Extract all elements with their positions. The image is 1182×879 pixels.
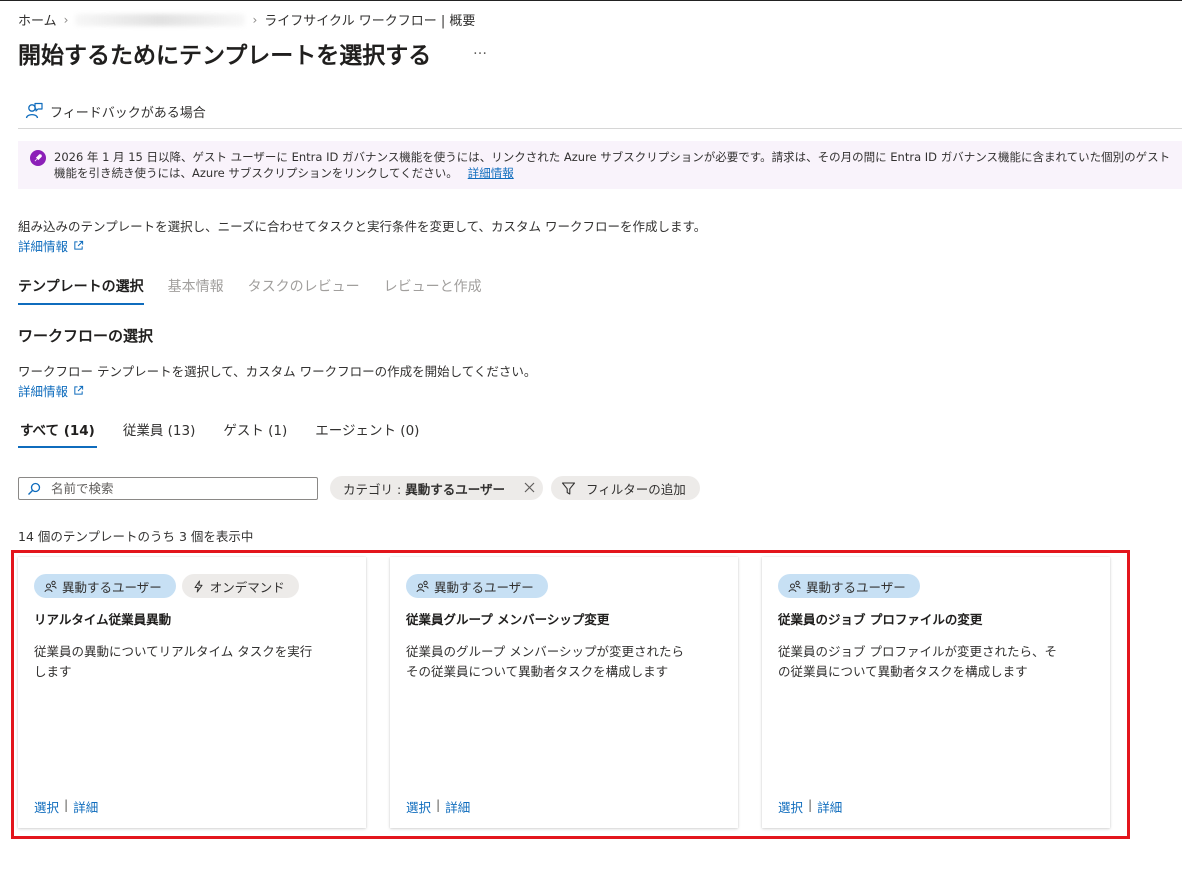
window-top-border [0,0,1182,1]
feedback-icon [25,102,43,119]
template-card[interactable]: 異動するユーザー 従業員グループ メンバーシップ変更 従業員のグループ メンバー… [390,557,738,828]
template-card[interactable]: 異動するユーザー 従業員のジョブ プロファイルの変更 従業員のジョブ プロファイ… [762,557,1110,828]
tab-select-template[interactable]: テンプレートの選択 [18,276,144,305]
banner-learn-more-link[interactable]: 詳細情報 [468,166,514,180]
notification-banner: 2026 年 1 月 15 日以降、ゲスト ユーザーに Entra ID ガバナ… [18,141,1182,189]
section-learn-more-label: 詳細情報 [18,384,69,399]
card-description-line: の従業員について異動者タスクを構成します [778,664,1028,679]
tag-mover-users: 異動するユーザー [34,574,176,598]
tab-review-tasks[interactable]: タスクのレビュー [248,276,360,305]
category-filter-pill[interactable]: カテゴリ : 異動するユーザー [330,476,543,500]
intro-description: 組み込みのテンプレートを選択し、ニーズに合わせてタスクと実行条件を変更して、カス… [18,219,707,234]
select-link[interactable]: 選択 [34,797,59,816]
details-link[interactable]: 詳細 [445,797,470,816]
rocket-icon [30,150,46,166]
people-icon [44,580,57,592]
breadcrumb-redacted[interactable]: ████████ [75,13,246,26]
result-count: 14 個のテンプレートのうち 3 個を表示中 [18,529,254,544]
category-filter-value: 異動するユーザー [405,481,505,497]
tag-label: 異動するユーザー [434,579,534,595]
banner-line-1: 2026 年 1 月 15 日以降、ゲスト ユーザーに Entra ID ガバナ… [54,150,1171,164]
card-tags: 異動するユーザー オンデマンド [34,574,299,598]
card-title: リアルタイム従業員異動 [34,612,172,627]
add-filter-button[interactable]: フィルターの追加 [551,476,700,500]
search-icon [28,482,41,495]
search-input[interactable] [51,481,291,496]
card-tags: 異動するユーザー [406,574,548,598]
breadcrumb: ホーム › ████████ › ライフサイクル ワークフロー | 概要 [18,10,475,30]
add-filter-label: フィルターの追加 [586,481,686,497]
intro-learn-more-label: 詳細情報 [18,239,69,254]
chevron-right-icon: › [252,12,258,27]
select-link[interactable]: 選択 [778,797,803,816]
card-description-line: 従業員の異動についてリアルタイム タスクを実行 [34,644,313,659]
chevron-right-icon: › [63,12,69,27]
card-description-line: 従業員のジョブ プロファイルが変更されたら、そ [778,644,1057,659]
tag-label: 異動するユーザー [62,579,162,595]
card-description-line: その従業員について異動者タスクを構成します [406,664,669,679]
category-pivots: すべて (14) 従業員 (13) ゲスト (1) エージェント (0) [18,419,421,448]
card-description: 従業員の異動についてリアルタイム タスクを実行 します [34,642,334,682]
tag-label: オンデマンド [209,579,285,595]
template-card[interactable]: 異動するユーザー オンデマンド リアルタイム従業員異動 従業員の異動についてリア… [18,557,366,828]
section-title: ワークフローの選択 [18,327,154,345]
banner-line-2: 機能を引き続き使うには、Azure サブスクリプションをリンクしてください。 [54,166,458,180]
pivot-all[interactable]: すべて (14) [18,419,97,448]
external-link-icon [74,385,84,395]
close-icon[interactable] [523,481,536,494]
pivot-employees[interactable]: 従業員 (13) [121,419,198,448]
tag-on-demand: オンデマンド [181,574,299,598]
card-actions: 選択 | 詳細 [778,797,842,816]
filter-icon [561,481,576,495]
details-link[interactable]: 詳細 [817,797,842,816]
wizard-tabs: テンプレートの選択 基本情報 タスクのレビュー レビューと作成 [18,276,482,305]
external-link-icon [74,240,84,250]
card-title: 従業員グループ メンバーシップ変更 [406,612,610,627]
details-link[interactable]: 詳細 [73,797,98,816]
search-box[interactable] [18,477,318,500]
banner-message: 2026 年 1 月 15 日以降、ゲスト ユーザーに Entra ID ガバナ… [54,149,1170,189]
card-tags: 異動するユーザー [778,574,920,598]
card-actions: 選択 | 詳細 [406,797,470,816]
feedback-label: フィードバックがある場合 [50,105,206,121]
breadcrumb-current[interactable]: ライフサイクル ワークフロー | 概要 [264,10,475,29]
tab-basics[interactable]: 基本情報 [168,276,224,305]
command-bar-divider [18,128,1182,129]
card-description: 従業員のジョブ プロファイルが変更されたら、そ の従業員について異動者タスクを構… [778,642,1078,682]
tag-mover-users: 異動するユーザー [406,574,548,598]
lightning-icon [194,580,203,592]
link-separator: | [64,797,69,812]
feedback-button[interactable]: フィードバックがある場合 [24,101,206,121]
card-description-line: 従業員のグループ メンバーシップが変更されたら [406,644,684,659]
breadcrumb-home[interactable]: ホーム [18,10,57,29]
tab-review-create[interactable]: レビューと作成 [384,276,482,305]
intro-learn-more-link[interactable]: 詳細情報 [18,236,84,255]
link-separator: | [808,797,813,812]
section-description: ワークフロー テンプレートを選択して、カスタム ワークフローの作成を開始してくだ… [18,364,537,379]
people-icon [416,580,429,592]
select-link[interactable]: 選択 [406,797,431,816]
card-title: 従業員のジョブ プロファイルの変更 [778,612,983,627]
card-actions: 選択 | 詳細 [34,797,98,816]
pivot-guests[interactable]: ゲスト (1) [221,419,289,448]
card-description-line: します [34,664,72,679]
pivot-agents[interactable]: エージェント (0) [313,419,421,448]
more-options-button[interactable]: … [473,42,488,58]
tag-label: 異動するユーザー [806,579,906,595]
section-learn-more-link[interactable]: 詳細情報 [18,381,84,400]
page-title: 開始するためにテンプレートを選択する [18,43,432,69]
category-filter-prefix: カテゴリ : [343,481,402,497]
tag-mover-users: 異動するユーザー [778,574,920,598]
link-separator: | [436,797,441,812]
people-icon [788,580,801,592]
card-description: 従業員のグループ メンバーシップが変更されたら その従業員について異動者タスクを… [406,642,706,682]
